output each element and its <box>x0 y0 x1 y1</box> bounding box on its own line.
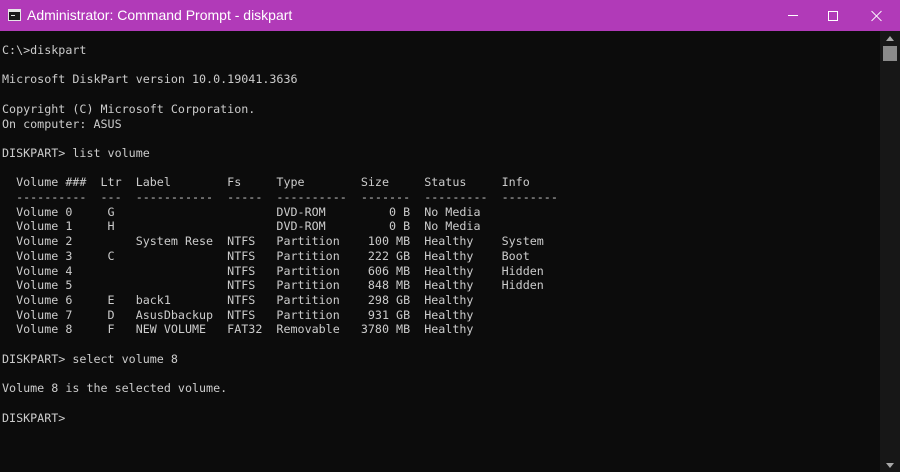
console-line: C:\>diskpart <box>2 43 87 57</box>
scroll-up-button[interactable] <box>880 31 900 45</box>
console-line: On computer: ASUS <box>2 116 122 131</box>
console-line: Volume 3 C NTFS Partition 222 GB Healthy… <box>2 248 530 263</box>
console-line: DISKPART> list volume <box>2 145 150 160</box>
scroll-thumb[interactable] <box>883 46 897 61</box>
console-line: Volume 4 NTFS Partition 606 MB Healthy H… <box>2 263 544 278</box>
console-line: Volume 0 G DVD-ROM 0 B No Media <box>2 204 481 219</box>
console-line: Copyright (C) Microsoft Corporation. <box>2 101 256 116</box>
close-button[interactable] <box>854 0 900 31</box>
console-text: C:\>diskpart Microsoft DiskPart version … <box>0 31 880 425</box>
vertical-scrollbar[interactable] <box>880 31 900 472</box>
arrow-down-icon <box>886 462 894 468</box>
console-line: Volume 5 NTFS Partition 848 MB Healthy H… <box>2 278 544 293</box>
console-line: Microsoft DiskPart version 10.0.19041.36… <box>2 72 298 87</box>
arrow-up-icon <box>886 35 894 41</box>
console-line: ---------- --- ----------- ----- -------… <box>2 190 558 205</box>
console-line: Volume 8 F NEW VOLUME FAT32 Removable 37… <box>2 322 474 337</box>
console-line: Volume 6 E back1 NTFS Partition 298 GB H… <box>2 292 474 307</box>
console-line: Volume 8 is the selected volume. <box>2 381 228 396</box>
maximize-button[interactable] <box>810 0 856 31</box>
cmd-app-icon[interactable] <box>8 9 21 21</box>
console-line: Volume ### Ltr Label Fs Type Size Status… <box>2 175 530 190</box>
console-output[interactable]: C:\>diskpart Microsoft DiskPart version … <box>0 31 880 472</box>
command-prompt-window: Administrator: Command Prompt - diskpart… <box>0 0 900 472</box>
title-bar[interactable]: Administrator: Command Prompt - diskpart <box>0 0 900 31</box>
console-line: DISKPART> select volume 8 <box>2 351 178 366</box>
console-line: Volume 7 D AsusDbackup NTFS Partition 93… <box>2 307 474 322</box>
maximize-icon <box>828 10 838 21</box>
scroll-down-button[interactable] <box>880 458 900 472</box>
console-line: Volume 1 H DVD-ROM 0 B No Media <box>2 219 481 234</box>
console-line: DISKPART> <box>2 410 66 425</box>
console-line: Volume 2 System Rese NTFS Partition 100 … <box>2 234 544 249</box>
window-title: Administrator: Command Prompt - diskpart <box>27 7 293 23</box>
minimize-icon <box>788 15 798 16</box>
close-icon <box>871 10 883 22</box>
